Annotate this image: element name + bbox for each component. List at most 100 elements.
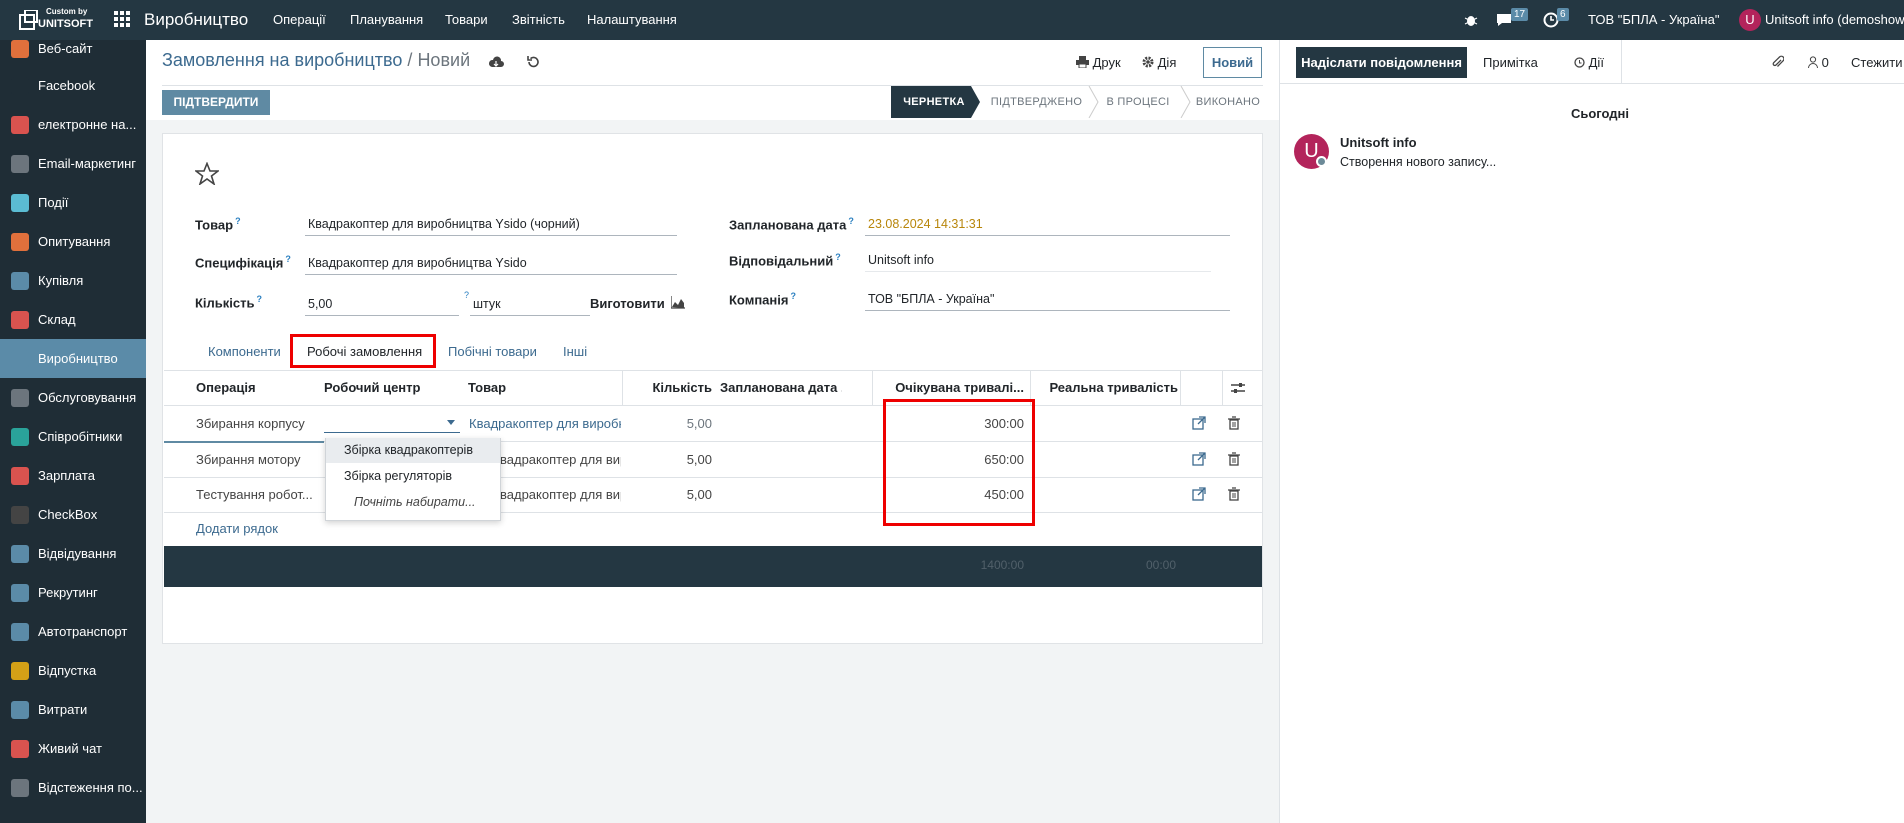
row-operation[interactable]: Збирання мотору	[196, 442, 321, 477]
trash-icon[interactable]	[1227, 452, 1241, 466]
forecast-chart-icon[interactable]	[671, 296, 685, 309]
tab-components[interactable]: Компоненти	[208, 344, 281, 359]
col-product[interactable]: Товар	[468, 370, 618, 406]
apps-grid-icon[interactable]	[114, 11, 130, 27]
sidebar-item[interactable]: Опитування	[0, 222, 146, 261]
row-quantity[interactable]: 5,00	[622, 477, 712, 512]
sidebar-item[interactable]: Веб-сайт	[0, 40, 146, 68]
activities-button[interactable]: Дії	[1574, 55, 1604, 70]
top-navbar: Custom by UNITSOFT Виробництво Операції …	[0, 0, 1904, 40]
col-operation[interactable]: Операція	[196, 370, 316, 406]
row-product[interactable]: вадракоптер для вир...	[500, 477, 621, 512]
sidebar-item[interactable]: CheckBox	[0, 495, 146, 534]
sidebar-item[interactable]: Рекрутинг	[0, 573, 146, 612]
fleet-icon	[11, 623, 29, 641]
app-name[interactable]: Виробництво	[144, 0, 248, 40]
sidebar-item[interactable]: Склад	[0, 300, 146, 339]
col-real-duration[interactable]: Реальна тривалість	[1034, 370, 1178, 406]
open-external-icon[interactable]	[1192, 416, 1206, 430]
log-note-button[interactable]: Примітка	[1483, 55, 1538, 70]
bom-label: Специфікація?	[195, 254, 291, 271]
sidebar-item[interactable]: Facebook	[0, 66, 146, 105]
sidebar-item[interactable]: Обслуговування	[0, 378, 146, 417]
sidebar-item[interactable]: Виробництво	[0, 339, 146, 378]
menu-operations[interactable]: Операції	[273, 0, 326, 40]
company-field[interactable]: ТОВ "БПЛА - Україна"	[865, 289, 1230, 311]
tab-misc[interactable]: Інші	[563, 344, 587, 359]
open-external-icon[interactable]	[1192, 487, 1206, 501]
menu-configuration[interactable]: Налаштування	[587, 0, 677, 40]
sidebar-item[interactable]: Email-маркетинг	[0, 144, 146, 183]
chevron-down-icon[interactable]	[447, 420, 455, 425]
priority-star-icon[interactable]	[195, 162, 219, 185]
sidebar-item[interactable]: Автотранспорт	[0, 612, 146, 651]
sidebar-item-label: Відстеження по...	[38, 780, 142, 795]
sidebar-item[interactable]: Події	[0, 183, 146, 222]
sidebar-item[interactable]: Співробітники	[0, 417, 146, 456]
sidebar-item[interactable]: Витрати	[0, 690, 146, 729]
quantity-field[interactable]: 5,00	[305, 294, 459, 316]
total-expected-duration: 1400:00	[980, 558, 1024, 572]
open-external-icon[interactable]	[1192, 452, 1206, 466]
sidebar-item[interactable]: електронне на...	[0, 105, 146, 144]
dropdown-option[interactable]: Збірка регуляторів	[326, 464, 500, 489]
discard-undo-icon[interactable]	[526, 55, 540, 69]
row-operation[interactable]: Збирання корпусу	[196, 406, 321, 441]
bom-field[interactable]: Квадракоптер для виробництва Ysido	[305, 253, 677, 275]
stage-confirmed[interactable]: ПІДТВЕРДЖЕНО	[989, 86, 1084, 118]
message-author[interactable]: Unitsoft info	[1340, 135, 1417, 150]
trash-icon[interactable]	[1227, 416, 1241, 430]
user-avatar[interactable]: U	[1739, 9, 1761, 31]
sidebar-item-label: Опитування	[38, 234, 111, 249]
responsible-field[interactable]: Unitsoft info	[865, 250, 1211, 272]
uom-field[interactable]: штук	[470, 294, 590, 316]
row-product[interactable]: вадракоптер для вир...	[500, 442, 621, 477]
menu-products[interactable]: Товари	[445, 0, 488, 40]
sidebar-item[interactable]: Живий чат	[0, 729, 146, 768]
logo-icon	[19, 10, 38, 30]
action-button[interactable]: Дія	[1142, 55, 1176, 70]
row-quantity[interactable]: 5,00	[622, 406, 712, 441]
trash-icon[interactable]	[1227, 487, 1241, 501]
optional-columns-toggle-icon[interactable]	[1231, 382, 1245, 394]
stage-done[interactable]: ВИКОНАНО	[1193, 86, 1263, 118]
print-button[interactable]: Друк	[1076, 55, 1121, 70]
menu-reporting[interactable]: Звітність	[512, 0, 565, 40]
stage-draft[interactable]: ЧЕРНЕТКА	[891, 86, 977, 118]
follow-button[interactable]: Стежити	[1851, 55, 1902, 70]
breadcrumb-parent[interactable]: Замовлення на виробництво	[162, 50, 402, 70]
row-product[interactable]: Квадракоптер для виробн	[469, 406, 621, 441]
events-icon	[11, 194, 29, 212]
sidebar-item[interactable]: Зарплата	[0, 456, 146, 495]
send-message-button[interactable]: Надіслати повідомлення	[1296, 47, 1467, 78]
col-workcenter[interactable]: Робочий центр	[324, 370, 460, 406]
stage-in-progress[interactable]: В ПРОЦЕСІ	[1099, 86, 1177, 118]
sidebar-item[interactable]: Купівля	[0, 261, 146, 300]
sidebar-item[interactable]: Відвідування	[0, 534, 146, 573]
user-menu[interactable]: Unitsoft info (demoshow	[1765, 0, 1904, 40]
save-cloud-icon[interactable]	[488, 55, 504, 69]
product-field[interactable]: Квадракоптер для виробництва Ysido (чорн…	[305, 214, 677, 236]
row-operation[interactable]: Тестування робот...	[196, 477, 321, 512]
paperclip-icon[interactable]	[1772, 55, 1784, 69]
row-quantity[interactable]: 5,00	[622, 442, 712, 477]
user-icon	[1808, 56, 1818, 69]
unitsoft-logo[interactable]: Custom by UNITSOFT	[18, 7, 94, 34]
sidebar-item[interactable]: Відстеження по...	[0, 768, 146, 807]
dropdown-option[interactable]: Збірка квадракоптерів	[326, 438, 500, 463]
col-planned-date[interactable]: Запланована дата ...	[720, 370, 842, 406]
menu-planning[interactable]: Планування	[350, 0, 423, 40]
confirm-button[interactable]: ПІДТВЕРДИТИ	[162, 90, 270, 115]
new-record-button[interactable]: Новий	[1203, 47, 1262, 78]
sidebar-item[interactable]: Відпустка	[0, 651, 146, 690]
company-label: Компанія?	[729, 291, 796, 308]
col-quantity[interactable]: Кількість	[622, 370, 712, 406]
tab-by-products[interactable]: Побічні товари	[448, 344, 537, 359]
planned-date-field[interactable]: 23.08.2024 14:31:31	[865, 214, 1230, 236]
add-line-link[interactable]: Додати рядок	[196, 521, 278, 536]
dropdown-search-more[interactable]: Почніть набирати...	[326, 490, 500, 515]
debug-bug-icon[interactable]	[1464, 13, 1478, 27]
followers-button[interactable]: 0	[1808, 55, 1829, 70]
gear-icon	[1142, 56, 1154, 68]
company-switcher[interactable]: ТОВ "БПЛА - Україна"	[1588, 0, 1719, 40]
